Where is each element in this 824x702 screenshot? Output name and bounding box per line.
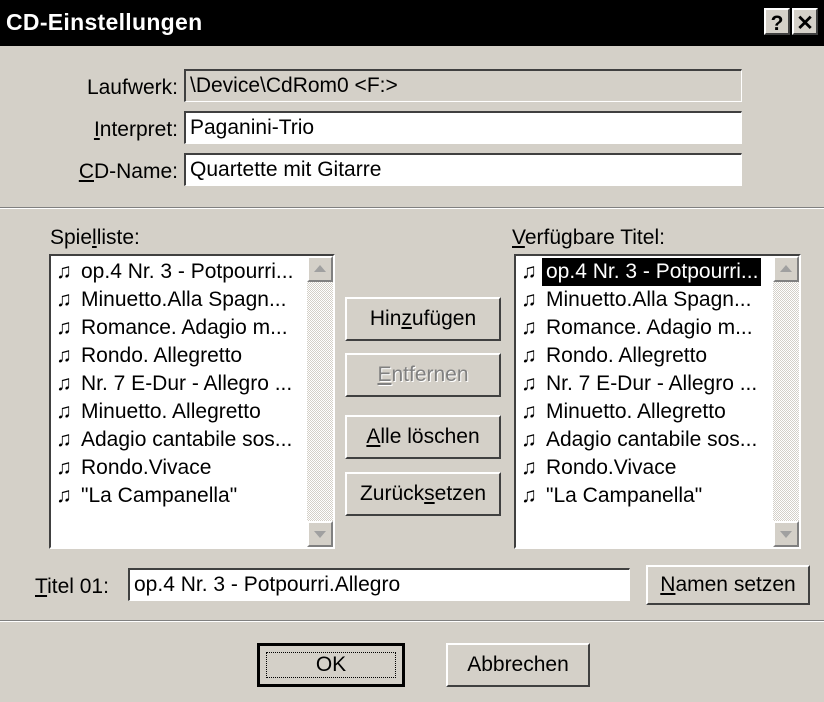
available-titles-label: Verfügbare Titel:	[512, 226, 665, 249]
list-item[interactable]: ♫ "La Campanella"	[516, 482, 705, 510]
music-note-icon: ♫	[521, 400, 537, 423]
list-item[interactable]: ♫ Romance. Adagio m...	[51, 314, 291, 342]
list-item-label: Rondo.Vivace	[81, 456, 212, 479]
cd-name-label: CD-Name:	[78, 160, 178, 183]
scroll-down-button[interactable]	[307, 521, 333, 547]
remove-button[interactable]: Entfernen	[345, 353, 501, 397]
list-item[interactable]: ♫ Minuetto.Alla Spagn...	[51, 286, 289, 314]
music-note-icon: ♫	[521, 428, 537, 451]
playlist-scrollbar[interactable]	[307, 256, 333, 547]
title-bar: CD-Einstellungen ? ✕	[0, 0, 824, 46]
list-item[interactable]: ♫ "La Campanella"	[51, 482, 240, 510]
list-item[interactable]: ♫ op.4 Nr. 3 - Potpourri...	[51, 258, 296, 286]
list-item-label: Rondo. Allegretto	[81, 344, 243, 367]
available-titles-listbox[interactable]: ♫ op.4 Nr. 3 - Potpourri... ♫ Minuetto.Alla…	[514, 254, 801, 549]
separator-top	[0, 207, 824, 209]
list-item-label: Minuetto. Allegretto	[546, 400, 726, 423]
drive-field: \Device\CdRom0 <F:>	[184, 69, 742, 102]
separator-bottom	[0, 620, 824, 622]
music-note-icon: ♫	[56, 484, 72, 507]
list-item-label: Nr. 7 E-Dur - Allegro ...	[546, 372, 758, 395]
music-note-icon: ♫	[521, 372, 537, 395]
drive-label: Laufwerk:	[86, 76, 178, 99]
title-field-label: Titel 01:	[35, 575, 109, 598]
list-item[interactable]: ♫ Minuetto. Allegretto	[516, 398, 729, 426]
list-item[interactable]: ♫ Rondo.Vivace	[516, 454, 679, 482]
music-note-icon: ♫	[56, 316, 72, 339]
scroll-down-button[interactable]	[773, 521, 799, 547]
add-button[interactable]: Hinzufügen	[345, 297, 501, 341]
list-item[interactable]: ♫ Rondo. Allegretto	[516, 342, 710, 370]
list-item[interactable]: ♫ Nr. 7 E-Dur - Allegro ...	[51, 370, 295, 398]
music-note-icon: ♫	[56, 428, 72, 451]
music-note-icon: ♫	[521, 316, 537, 339]
list-item-label: Adagio cantabile sos...	[546, 428, 758, 451]
list-item-label: Romance. Adagio m...	[546, 316, 753, 339]
list-item-label: op.4 Nr. 3 - Potpourri...	[81, 260, 294, 283]
cancel-button[interactable]: Abbrechen	[446, 643, 590, 687]
close-button[interactable]: ✕	[792, 8, 818, 35]
cd-settings-dialog: CD-Einstellungen ? ✕ Laufwerk: \Device\C…	[0, 0, 824, 702]
list-item-label: Minuetto.Alla Spagn...	[81, 288, 287, 311]
music-note-icon: ♫	[521, 260, 537, 283]
list-item-label: Nr. 7 E-Dur - Allegro ...	[81, 372, 293, 395]
playlist-label: Spielliste:	[50, 226, 140, 249]
playlist-listbox[interactable]: ♫ op.4 Nr. 3 - Potpourri... ♫ Minuetto.Alla…	[49, 254, 335, 549]
scroll-down-arrow-icon	[314, 531, 326, 538]
music-note-icon: ♫	[521, 288, 537, 311]
music-note-icon: ♫	[521, 456, 537, 479]
list-item[interactable]: ♫ Minuetto. Allegretto	[51, 398, 264, 426]
scroll-up-arrow-icon	[314, 265, 326, 272]
artist-input[interactable]: Paganini-Trio	[184, 111, 742, 144]
list-item[interactable]: ♫ op.4 Nr. 3 - Potpourri...	[516, 258, 762, 286]
music-note-icon: ♫	[56, 400, 72, 423]
window-title: CD-Einstellungen	[6, 9, 203, 35]
available-scrollbar[interactable]	[773, 256, 799, 547]
music-note-icon: ♫	[56, 456, 72, 479]
list-item-label: Rondo.Vivace	[546, 456, 677, 479]
list-item-label: op.4 Nr. 3 - Potpourri...	[542, 258, 762, 286]
music-note-icon: ♫	[56, 260, 72, 283]
list-item[interactable]: ♫ Romance. Adagio m...	[516, 314, 756, 342]
list-item-label: "La Campanella"	[81, 484, 238, 507]
list-item[interactable]: ♫ Adagio cantabile sos...	[51, 426, 295, 454]
scroll-up-arrow-icon	[780, 265, 792, 272]
list-item[interactable]: ♫ Minuetto.Alla Spagn...	[516, 286, 754, 314]
music-note-icon: ♫	[56, 344, 72, 367]
music-note-icon: ♫	[56, 288, 72, 311]
help-button[interactable]: ?	[764, 8, 790, 35]
clear-all-button[interactable]: Alle löschen	[345, 415, 501, 459]
list-item[interactable]: ♫ Adagio cantabile sos...	[516, 426, 760, 454]
list-item[interactable]: ♫ Nr. 7 E-Dur - Allegro ...	[516, 370, 760, 398]
music-note-icon: ♫	[521, 484, 537, 507]
list-item-label: "La Campanella"	[546, 484, 703, 507]
list-item-label: Romance. Adagio m...	[81, 316, 288, 339]
list-item-label: Minuetto. Allegretto	[81, 400, 261, 423]
list-item[interactable]: ♫ Rondo. Allegretto	[51, 342, 245, 370]
list-item[interactable]: ♫ Rondo.Vivace	[51, 454, 214, 482]
ok-button[interactable]: OK	[257, 643, 405, 687]
scroll-up-button[interactable]	[773, 256, 799, 282]
music-note-icon: ♫	[521, 344, 537, 367]
list-item-label: Minuetto.Alla Spagn...	[546, 288, 752, 311]
list-item-label: Rondo. Allegretto	[546, 344, 708, 367]
set-name-button[interactable]: Namen setzen	[646, 565, 810, 605]
list-item-label: Adagio cantabile sos...	[81, 428, 293, 451]
focus-rectangle	[266, 652, 396, 678]
reset-button[interactable]: Zurücksetzen	[345, 472, 501, 516]
scroll-up-button[interactable]	[307, 256, 333, 282]
music-note-icon: ♫	[56, 372, 72, 395]
artist-label: Interpret:	[93, 118, 178, 141]
cd-name-input[interactable]: Quartette mit Gitarre	[184, 153, 742, 186]
title-name-input[interactable]: op.4 Nr. 3 - Potpourri.Allegro	[128, 568, 630, 601]
scroll-down-arrow-icon	[780, 531, 792, 538]
